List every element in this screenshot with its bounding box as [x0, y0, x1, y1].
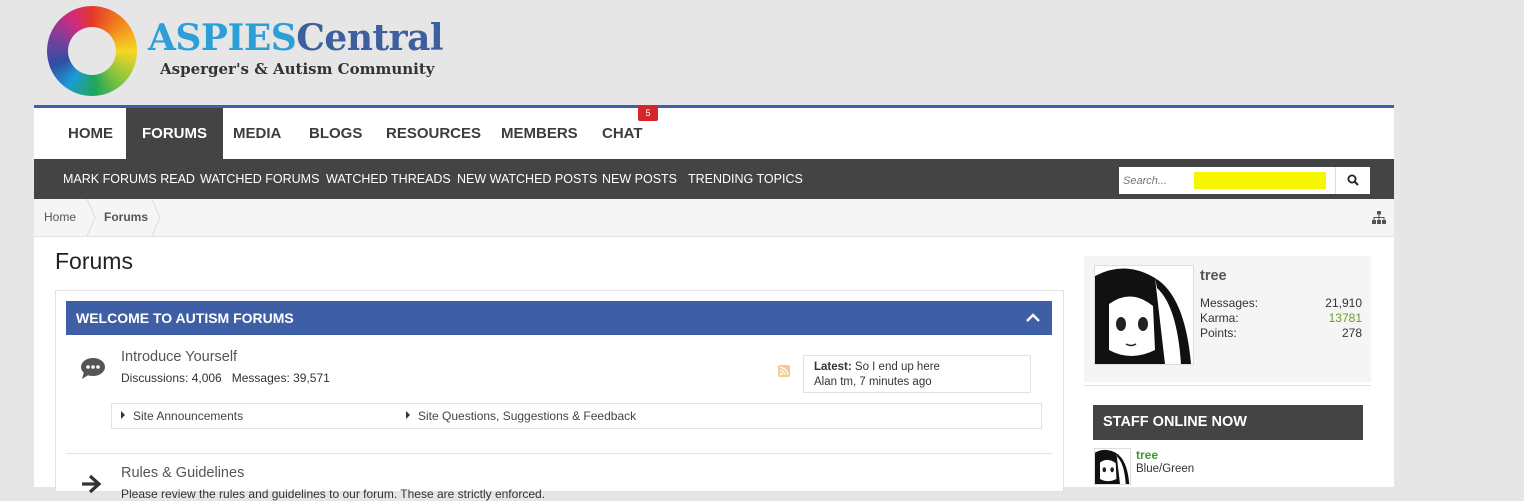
forum-list: WELCOME TO AUTISM FORUMS Introduce Yours…: [55, 290, 1064, 501]
sub-forum-site-announcements[interactable]: Site Announcements: [121, 404, 243, 428]
category-header[interactable]: WELCOME TO AUTISM FORUMS: [66, 301, 1052, 335]
search-button[interactable]: [1335, 167, 1370, 194]
staff-online-header: STAFF ONLINE NOW: [1093, 405, 1363, 440]
staff-member-title: Blue/Green: [1136, 463, 1195, 475]
forum-row-introduce-yourself: Introduce Yourself Discussions: 4,006 Me…: [66, 345, 1052, 455]
site-logo-icon[interactable]: [47, 6, 137, 96]
sub-forum-site-questions[interactable]: Site Questions, Suggestions & Feedback: [406, 404, 636, 428]
staff-avatar-image: [1095, 449, 1130, 484]
nav-forums[interactable]: FORUMS: [126, 108, 223, 159]
latest-label: Latest:: [814, 361, 852, 373]
stat-value[interactable]: 278: [1342, 326, 1362, 340]
nav-media[interactable]: MEDIA: [217, 108, 297, 159]
visitor-stat-points: Points: 278: [1200, 326, 1362, 340]
forum-row-rules-guidelines: Rules & Guidelines Please review the rul…: [66, 455, 1052, 501]
breadcrumb-separator-icon: [86, 199, 96, 236]
subnav-new-watched-posts[interactable]: New Watched Posts: [457, 159, 597, 199]
latest-post-meta[interactable]: Alan tm, 7 minutes ago: [814, 375, 1020, 390]
avatar-image: [1095, 266, 1193, 364]
discussions-label: Discussions:: [121, 371, 189, 385]
messages-count: 39,571: [293, 371, 330, 385]
rss-icon[interactable]: [778, 365, 790, 377]
latest-post-box: Latest: So I end up here Alan tm, 7 minu…: [803, 355, 1031, 393]
visitor-stat-karma: Karma: 13781: [1200, 311, 1362, 325]
secondary-nav: Mark Forums Read Watched Forums Watched …: [34, 159, 1394, 199]
main-container: HOME FORUMS MEDIA BLOGS RESOURCES MEMBER…: [34, 105, 1394, 501]
speech-bubble-icon: [81, 358, 105, 379]
nav-blogs[interactable]: BLOGS: [293, 108, 378, 159]
search-icon: [1347, 174, 1359, 186]
forum-divider: [66, 453, 1052, 454]
breadcrumb-separator-icon: [151, 199, 161, 236]
chevron-up-icon[interactable]: [1026, 313, 1040, 323]
latest-thread-link[interactable]: So I end up here: [855, 361, 940, 373]
category-title: WELCOME TO AUTISM FORUMS: [76, 310, 294, 326]
nav-home[interactable]: HOME: [52, 108, 129, 159]
breadcrumb-home[interactable]: Home: [44, 199, 76, 236]
staff-member-name[interactable]: tree: [1136, 448, 1158, 462]
site-logo-title[interactable]: ASPIESCentral: [148, 16, 444, 60]
breadcrumb-forums[interactable]: Forums: [104, 199, 148, 236]
logo-title-part1: ASPIES: [148, 17, 297, 59]
logo-subtitle: Asperger's & Autism Community: [160, 60, 435, 78]
sitemap-icon[interactable]: [1372, 211, 1386, 224]
staff-avatar[interactable]: [1094, 448, 1131, 485]
subnav-trending-topics[interactable]: Trending Topics: [688, 159, 803, 199]
subnav-watched-forums[interactable]: Watched Forums: [200, 159, 319, 199]
arrow-right-icon: [82, 474, 102, 494]
stat-value[interactable]: 21,910: [1325, 296, 1362, 310]
nav-members[interactable]: MEMBERS: [485, 108, 594, 159]
page-title: Forums: [55, 248, 133, 274]
chat-notification-badge: 5: [638, 105, 658, 121]
forum-title-rules-guidelines[interactable]: Rules & Guidelines: [121, 465, 244, 481]
forum-title-introduce-yourself[interactable]: Introduce Yourself: [121, 349, 237, 365]
search-redaction-highlight: [1194, 172, 1326, 189]
stat-label: Messages:: [1200, 296, 1259, 310]
subnav-mark-forums-read[interactable]: Mark Forums Read: [63, 159, 195, 199]
forum-stats: Discussions: 4,006 Messages: 39,571: [121, 371, 330, 385]
subnav-watched-threads[interactable]: Watched Threads: [326, 159, 451, 199]
discussions-count: 4,006: [191, 371, 222, 385]
forum-description: Please review the rules and guidelines t…: [121, 487, 545, 501]
sidebar-divider: [1084, 385, 1371, 386]
nav-chat-label: CHAT: [602, 125, 643, 142]
sub-forum-list: Site Announcements Site Questions, Sugge…: [111, 403, 1042, 429]
visitor-username[interactable]: tree: [1200, 268, 1227, 284]
nav-resources[interactable]: RESOURCES: [370, 108, 497, 159]
stat-value: 13781: [1328, 311, 1362, 325]
messages-label: Messages:: [231, 371, 290, 385]
subnav-new-posts[interactable]: New Posts: [602, 159, 677, 199]
stat-label: Points:: [1200, 326, 1237, 340]
visitor-stat-messages: Messages: 21,910: [1200, 296, 1362, 310]
stat-label: Karma:: [1200, 311, 1239, 325]
logo-title-part2: Central: [296, 17, 444, 59]
visitor-panel: tree Messages: 21,910 Karma: 13781 Point…: [1084, 256, 1371, 382]
primary-nav: HOME FORUMS MEDIA BLOGS RESOURCES MEMBER…: [34, 105, 1394, 159]
avatar[interactable]: [1094, 265, 1194, 365]
breadcrumb: Home Forums: [34, 199, 1394, 237]
